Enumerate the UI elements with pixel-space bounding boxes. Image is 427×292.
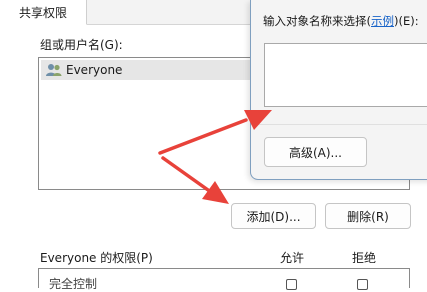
tab-label: 共享权限 bbox=[18, 5, 67, 20]
list-item-everyone[interactable]: Everyone bbox=[41, 60, 251, 80]
select-users-dialog: 输入对象名称来选择(示例)(E): 高级(A)... bbox=[250, 0, 427, 180]
remove-button[interactable]: 删除(R) bbox=[325, 203, 411, 229]
dialog-divider bbox=[251, 124, 427, 125]
users-group-icon bbox=[45, 63, 63, 77]
object-names-input[interactable] bbox=[264, 43, 427, 107]
examples-link[interactable]: 示例 bbox=[371, 14, 394, 28]
allow-column-header: 允许 bbox=[280, 251, 305, 265]
add-button[interactable]: 添加(D)... bbox=[231, 203, 316, 229]
prompt-text: 输入对象名称来选择( bbox=[263, 14, 371, 28]
tab-share-permissions[interactable]: 共享权限 bbox=[0, 0, 87, 25]
group-or-user-label: 组或用户名(G): bbox=[40, 38, 123, 52]
prompt-suffix: )(E): bbox=[394, 14, 419, 28]
user-name: Everyone bbox=[66, 63, 123, 77]
deny-column-header: 拒绝 bbox=[352, 251, 377, 265]
permissions-label: Everyone 的权限(P) bbox=[40, 251, 153, 265]
object-name-prompt: 输入对象名称来选择(示例)(E): bbox=[263, 13, 419, 29]
advanced-button[interactable]: 高级(A)... bbox=[264, 137, 367, 167]
permissions-grid: 完全控制 bbox=[38, 268, 410, 291]
permission-row-label: 完全控制 bbox=[49, 277, 98, 291]
